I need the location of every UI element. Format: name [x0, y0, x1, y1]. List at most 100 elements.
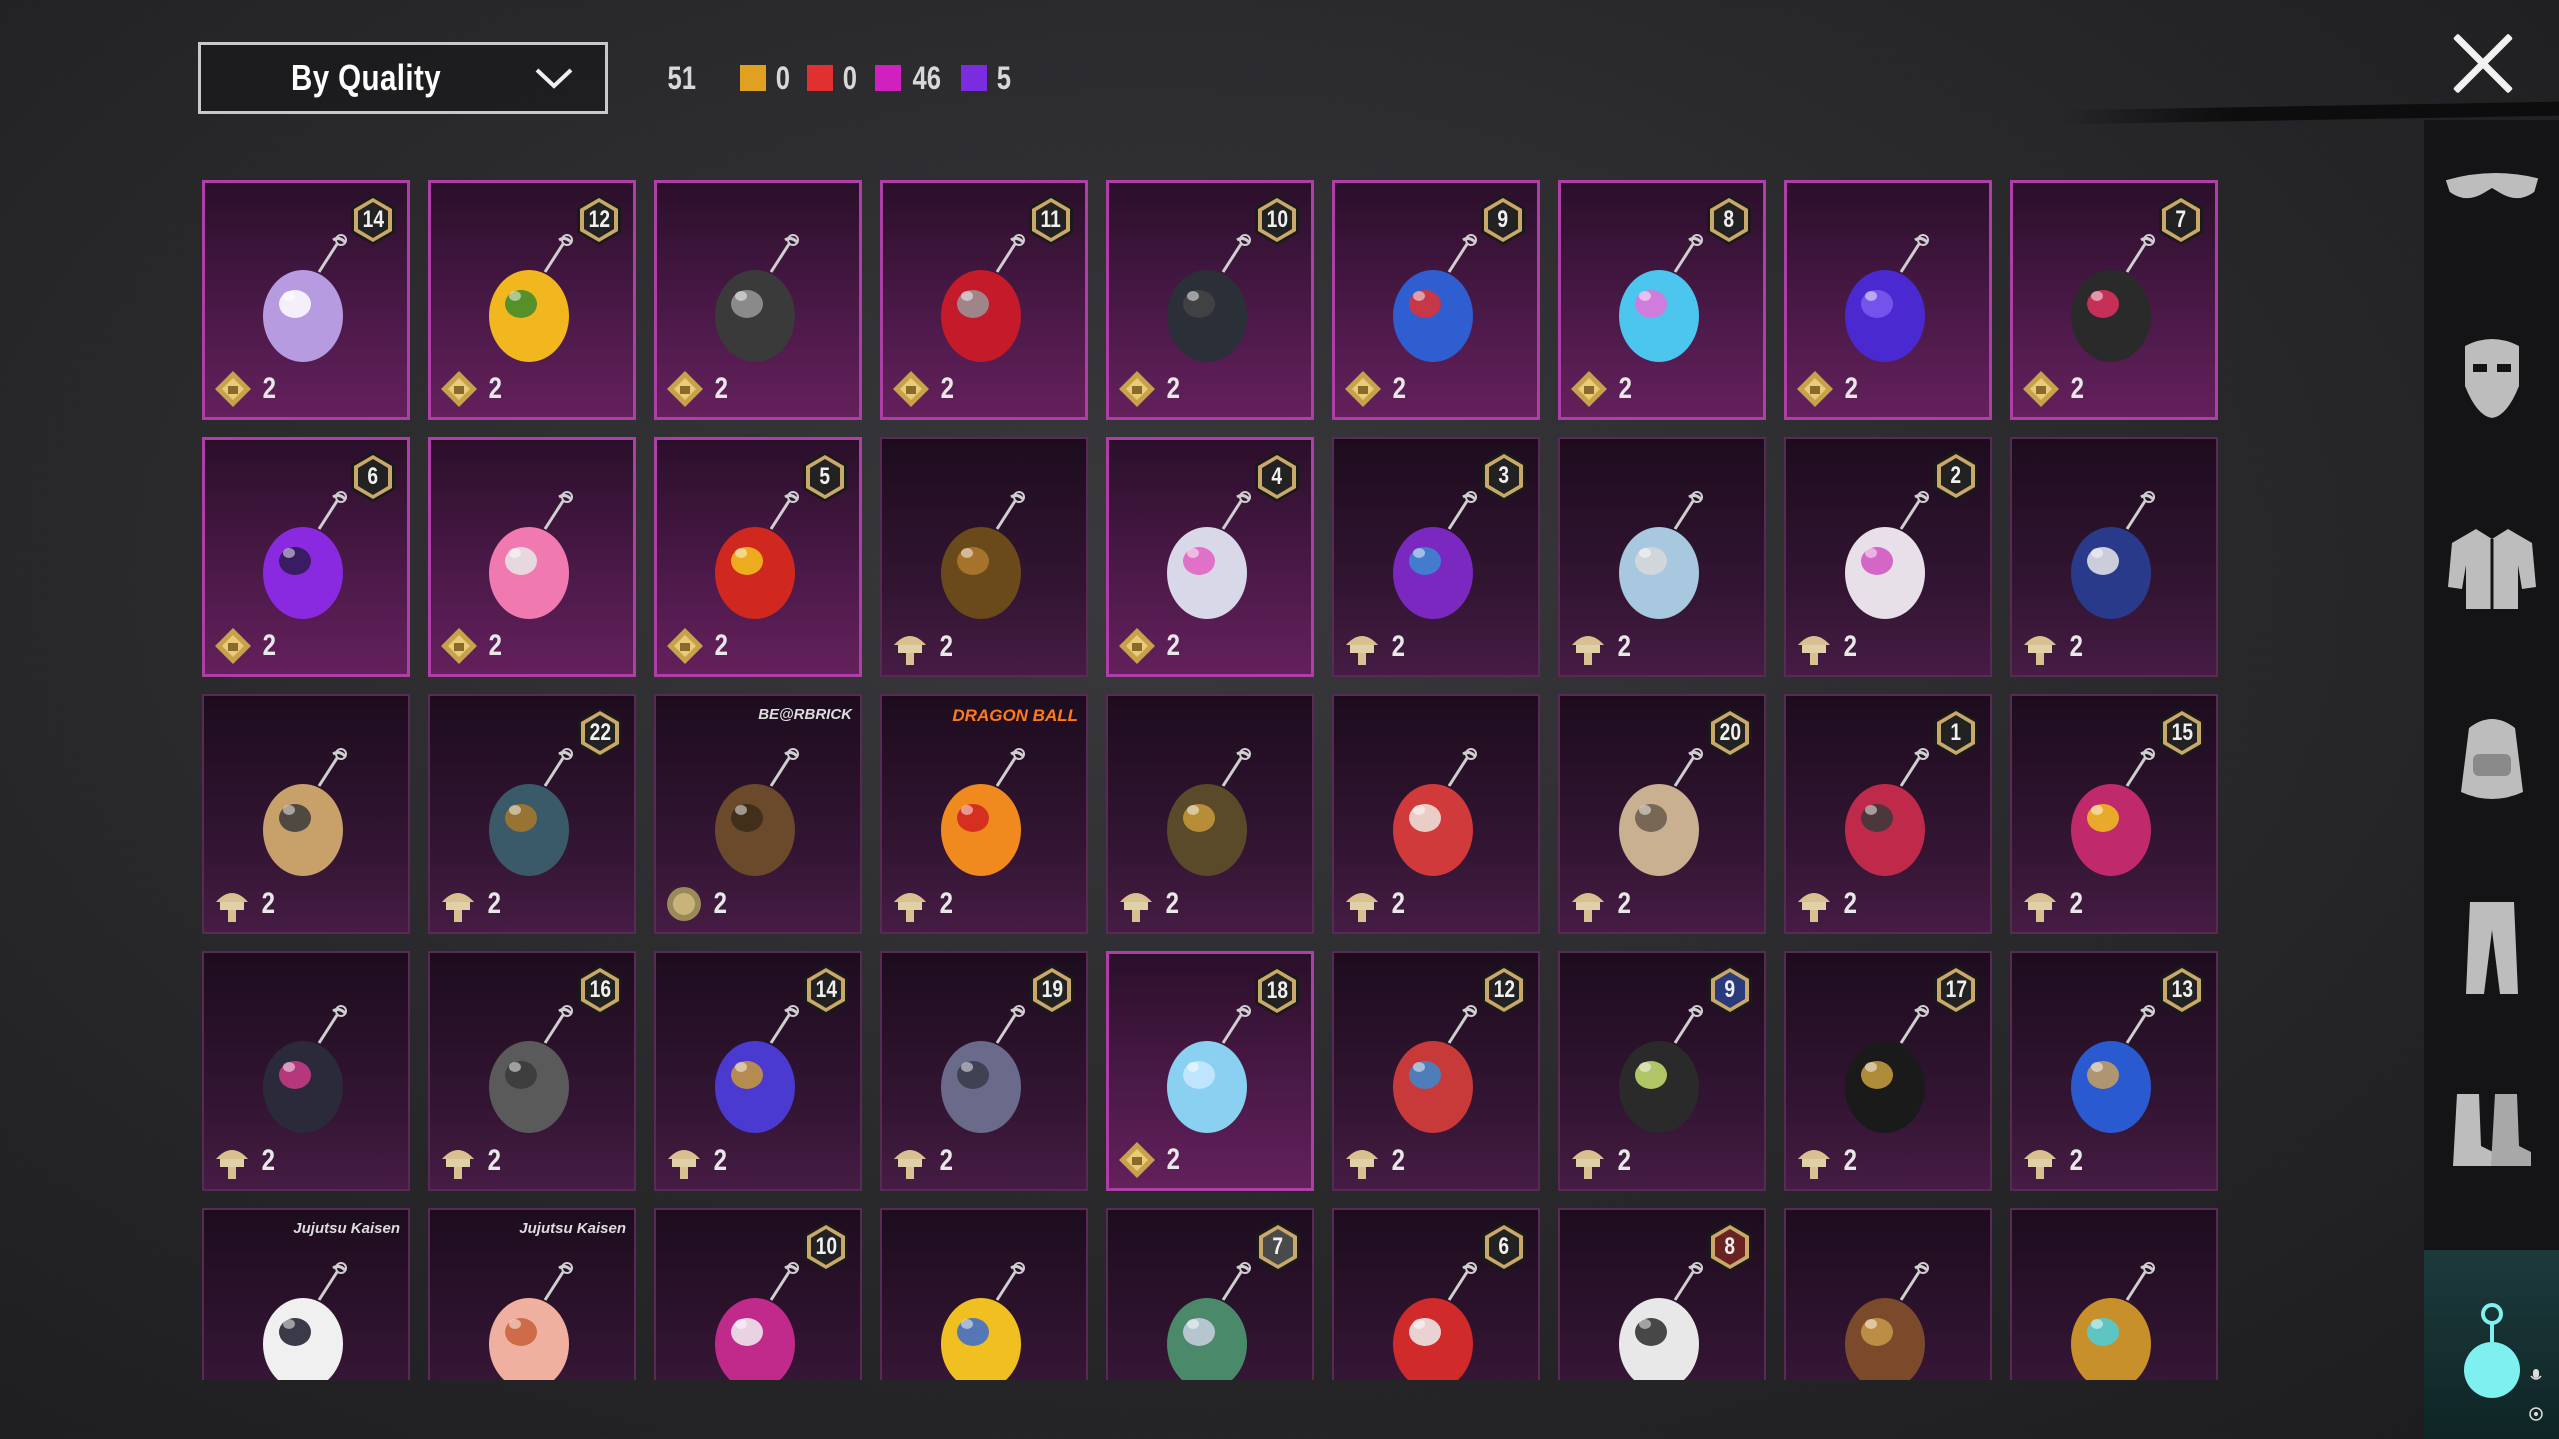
- brand-logo: Jujutsu Kaisen: [519, 1220, 626, 1237]
- item-card[interactable]: 11 2: [880, 180, 1088, 420]
- close-icon[interactable]: [2450, 30, 2516, 96]
- item-card[interactable]: BE@RBRICK 2: [654, 694, 862, 934]
- item-card[interactable]: 10: [654, 1208, 862, 1380]
- item-card[interactable]: 32: [1332, 437, 1540, 677]
- blue-scroll-pendant-image: [2071, 1005, 2155, 1134]
- level-number: 1: [1950, 719, 1962, 746]
- item-card[interactable]: 2: [1332, 694, 1540, 934]
- item-card[interactable]: [1784, 1208, 1992, 1380]
- pink-quality-count: 46: [912, 59, 942, 96]
- level-number: 12: [588, 206, 610, 233]
- item-quantity: 2: [1843, 1144, 1858, 1177]
- item-card[interactable]: 6: [1332, 1208, 1540, 1380]
- item-card[interactable]: 72: [2010, 180, 2218, 420]
- category-jacket[interactable]: [2442, 518, 2542, 618]
- item-card[interactable]: 16 2: [428, 951, 636, 1191]
- police-hat-pendant-image: [2071, 491, 2155, 620]
- item-card[interactable]: [2010, 1208, 2218, 1380]
- stone-figure-pendant-image: [489, 1005, 573, 1134]
- item-card[interactable]: 14 2: [202, 180, 410, 420]
- item-card[interactable]: 22: [1784, 437, 1992, 677]
- jester-box-pendant-image: [2071, 748, 2155, 877]
- item-card[interactable]: 92: [1558, 951, 1766, 1191]
- total-count: 51: [667, 59, 697, 96]
- card-footer: 2: [1116, 884, 1181, 924]
- item-card[interactable]: 10 2: [1106, 180, 1314, 420]
- item-card[interactable]: 13 2: [2010, 951, 2218, 1191]
- item-card[interactable]: 12 2: [1332, 951, 1540, 1191]
- item-card[interactable]: Jujutsu Kaisen: [202, 1208, 410, 1380]
- item-quantity: 2: [939, 887, 954, 920]
- cow-pendant-image: [1619, 1262, 1703, 1380]
- item-card[interactable]: DRAGON BALL 2: [880, 694, 1088, 934]
- item-card[interactable]: Jujutsu Kaisen: [428, 1208, 636, 1380]
- item-card[interactable]: 12: [1784, 694, 1992, 934]
- level-number: 9: [1724, 976, 1736, 1003]
- ufo-pendant-image: [1393, 1005, 1477, 1134]
- item-card[interactable]: 2: [2010, 437, 2218, 677]
- quality-count-orange: 0: [739, 60, 792, 97]
- item-card[interactable]: 92: [1332, 180, 1540, 420]
- item-quantity: 2: [2069, 630, 2084, 663]
- item-card[interactable]: 8: [1558, 1208, 1766, 1380]
- card-footer: 2: [891, 369, 956, 409]
- item-grid-viewport[interactable]: 14 2 12 2 2 11 2 10 2 92 8 2 2 7 2 6 2 2…: [202, 180, 2222, 1380]
- item-card[interactable]: 14 2: [654, 951, 862, 1191]
- blue-gourd-pendant-image: [1393, 234, 1477, 363]
- settings-dot-icon[interactable]: [2528, 1406, 2544, 1422]
- card-footer: 2: [1569, 369, 1634, 409]
- supply-crate-icon: [2024, 893, 2056, 922]
- item-card[interactable]: 7: [1106, 1208, 1314, 1380]
- fluffy-cat-pendant-image: [263, 234, 347, 363]
- firecracker-pendant-image: [715, 491, 799, 620]
- card-footer: 2: [1794, 884, 1859, 924]
- item-card[interactable]: 2: [1784, 180, 1992, 420]
- item-card[interactable]: 20 2: [1558, 694, 1766, 934]
- category-pants[interactable]: [2442, 898, 2542, 998]
- card-footer: 2: [439, 626, 504, 666]
- item-card[interactable]: 62: [202, 437, 410, 677]
- beehive-pendant-image: [2071, 1262, 2155, 1380]
- item-card[interactable]: 15 2: [2010, 694, 2218, 934]
- category-mask[interactable]: [2442, 328, 2542, 428]
- item-card[interactable]: 2: [202, 694, 410, 934]
- level-number: 8: [1724, 1233, 1736, 1260]
- item-card[interactable]: 2: [880, 437, 1088, 677]
- item-quantity: 2: [2070, 372, 2085, 405]
- item-quantity: 2: [1843, 887, 1858, 920]
- card-footer: 2: [1117, 369, 1182, 409]
- card-footer: 2: [2021, 369, 2086, 409]
- supply-crate-icon: [894, 636, 926, 665]
- item-card[interactable]: [880, 1208, 1088, 1380]
- supply-crate-icon: [2024, 636, 2056, 665]
- item-card[interactable]: 2: [1558, 437, 1766, 677]
- supply-crate-icon: [1798, 636, 1830, 665]
- item-card[interactable]: 42: [1106, 437, 1314, 677]
- supply-crate-icon: [1572, 636, 1604, 665]
- supply-crate-icon: [442, 893, 474, 922]
- item-card[interactable]: 2: [654, 180, 862, 420]
- item-card[interactable]: 18 2: [1106, 951, 1314, 1191]
- item-card[interactable]: 2: [202, 951, 410, 1191]
- drum-pendant-image: [941, 1262, 1025, 1380]
- item-card[interactable]: 17 2: [1784, 951, 1992, 1191]
- item-card[interactable]: 22 2: [428, 694, 636, 934]
- pocket-watch-pendant-image: [1619, 491, 1703, 620]
- item-card[interactable]: 82: [1558, 180, 1766, 420]
- supply-crate-icon: [1798, 893, 1830, 922]
- item-card[interactable]: 2: [428, 437, 636, 677]
- item-card[interactable]: 19 2: [880, 951, 1088, 1191]
- level-number: 6: [1498, 1233, 1510, 1260]
- item-card[interactable]: 2: [1106, 694, 1314, 934]
- category-glasses[interactable]: [2442, 138, 2542, 238]
- orange-quality-swatch: [739, 65, 766, 91]
- sort-dropdown[interactable]: By Quality: [198, 42, 608, 114]
- red-quality-swatch: [807, 65, 834, 91]
- item-card[interactable]: 52: [654, 437, 862, 677]
- gojo-pendant-image: [263, 1262, 347, 1380]
- item-card[interactable]: 12 2: [428, 180, 636, 420]
- category-backpack[interactable]: [2442, 708, 2542, 808]
- microphone-icon[interactable]: [2528, 1368, 2544, 1384]
- category-boots[interactable]: [2442, 1080, 2542, 1180]
- item-quantity: 2: [488, 372, 503, 405]
